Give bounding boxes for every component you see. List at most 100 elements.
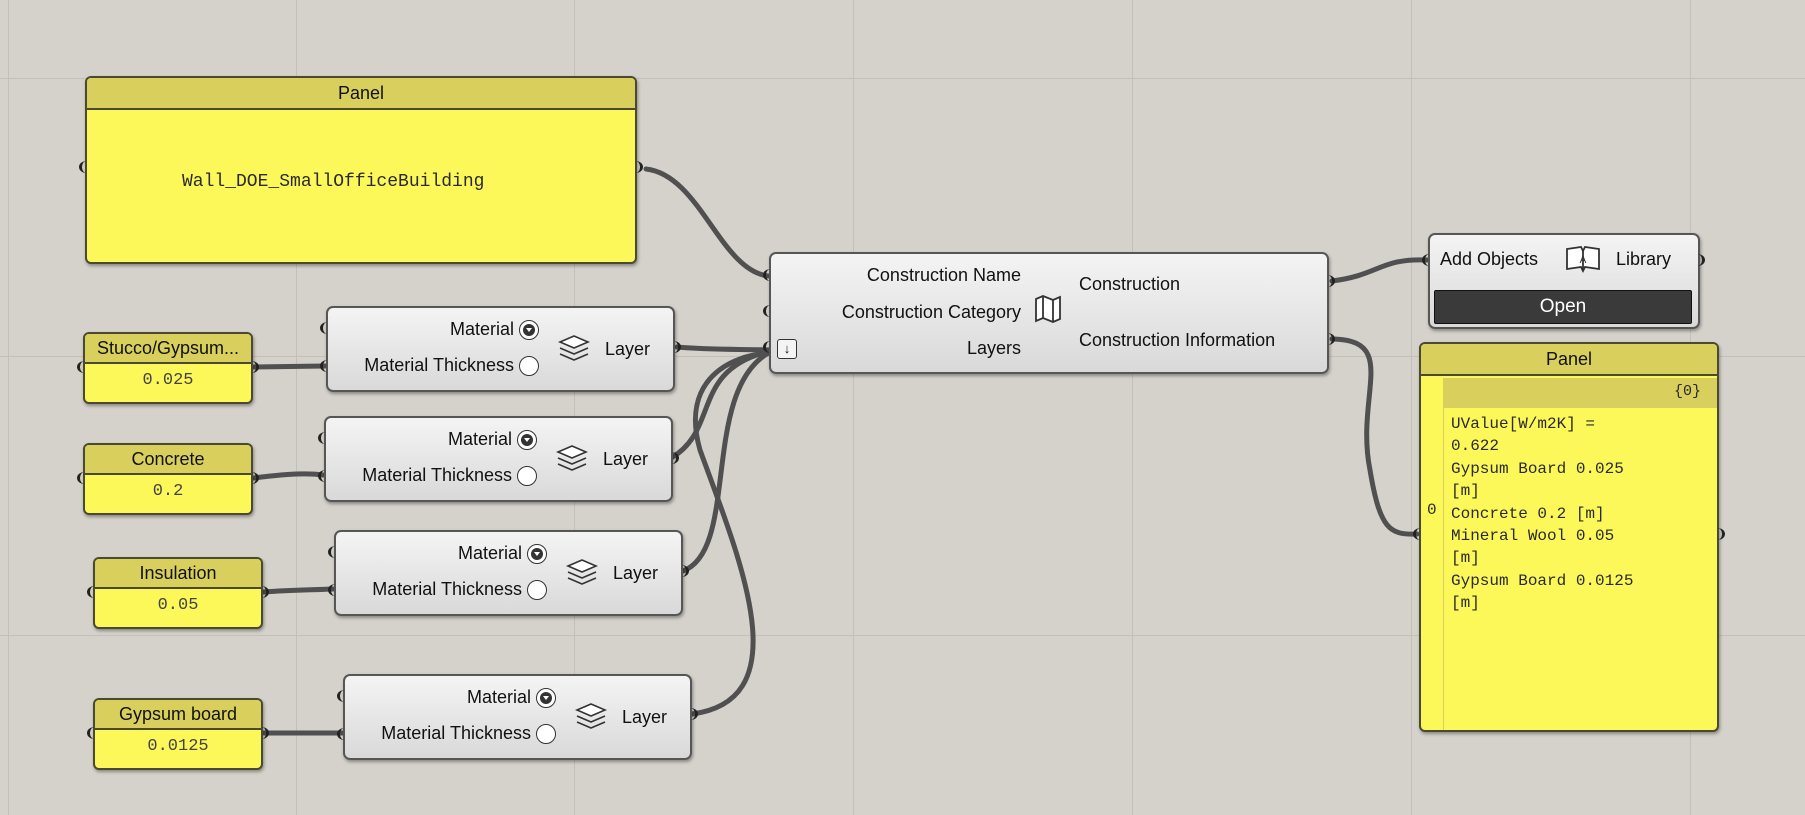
construction-name-panel[interactable]: Panel Wall_DOE_SmallOfficeBuilding (85, 76, 637, 264)
param-output-port[interactable] (254, 727, 269, 739)
radio-filled-icon (527, 544, 547, 565)
library-label: Library (1616, 249, 1672, 269)
material-input-label: Material (458, 543, 547, 565)
material-thickness-port[interactable] (328, 584, 343, 596)
radio-empty-icon (519, 356, 539, 377)
svg-text:A: A (1580, 255, 1587, 266)
output-construction: Construction (1079, 274, 1181, 294)
add-objects-label: Add Objects (1440, 249, 1539, 269)
param-input-port[interactable] (77, 472, 92, 484)
layer-output-label: Layer (603, 449, 649, 469)
layer-output-port[interactable] (664, 452, 679, 464)
library-output-port[interactable] (1690, 254, 1705, 266)
construction-info-panel[interactable]: Panel {0} 0 UValue[W/m2K] = 0.622 Gypsum… (1419, 342, 1719, 732)
radio-empty-icon (517, 466, 537, 487)
output-construction-information: Construction Information (1079, 330, 1276, 350)
wire-name-to-construction (643, 166, 771, 279)
material-thickness-value[interactable]: 0.2 (85, 475, 251, 509)
material-port[interactable] (337, 690, 352, 702)
material-gypsum-param[interactable]: Gypsum board 0.0125 (93, 698, 263, 770)
open-button[interactable]: Open (1434, 290, 1692, 324)
material-concrete-param[interactable]: Concrete 0.2 (83, 443, 253, 515)
material-thickness-input-label: Material Thickness (372, 579, 547, 601)
info-line: [m] (1451, 549, 1480, 568)
input-construction-category: Construction Category (841, 302, 1021, 322)
param-input-port[interactable] (77, 361, 92, 373)
layer-component-2[interactable]: Material Material Thickness Layer (324, 416, 673, 502)
material-port[interactable] (328, 546, 343, 558)
panel-index-divider (1443, 408, 1444, 730)
material-insulation-param[interactable]: Insulation 0.05 (93, 557, 263, 629)
construction-output-port[interactable] (1320, 275, 1335, 287)
construction-info-output-port[interactable] (1320, 333, 1335, 345)
panel-header: Panel (1421, 344, 1717, 376)
radio-empty-icon (527, 580, 547, 601)
construction-name-port[interactable] (763, 269, 778, 281)
wire-construction-to-library (1329, 257, 1430, 284)
material-thickness-input-label: Material Thickness (364, 355, 539, 377)
info-line: Mineral Wool 0.05 (1451, 527, 1615, 546)
material-name: Stucco/Gypsum... (85, 334, 251, 364)
radio-filled-icon (536, 688, 556, 709)
panel-lines: UValue[W/m2K] = 0.622 Gypsum Board 0.025… (1451, 413, 1633, 615)
grasshopper-canvas[interactable]: Panel Wall_DOE_SmallOfficeBuilding Const… (0, 0, 1805, 815)
wire-info-to-panel (1329, 336, 1420, 537)
input-construction-name: Construction Name (866, 265, 1021, 285)
panel-value[interactable]: Wall_DOE_SmallOfficeBuilding (182, 172, 484, 192)
layer-output-label: Layer (622, 707, 668, 727)
construction-category-port[interactable] (763, 305, 778, 317)
panel-input-port[interactable] (79, 161, 94, 173)
info-line: Concrete 0.2 [m] (1451, 504, 1605, 523)
material-thickness-value[interactable]: 0.0125 (95, 730, 261, 764)
material-stucco-param[interactable]: Stucco/Gypsum... 0.025 (83, 332, 253, 404)
material-thickness-port[interactable] (318, 470, 333, 482)
layers-port[interactable] (763, 341, 778, 353)
info-line: Gypsum Board 0.025 (1451, 459, 1624, 478)
material-input-label: Material (450, 319, 539, 341)
wire-stucco-value (251, 363, 328, 370)
add-objects-to-library-component[interactable]: Add Objects A Library Open (1428, 233, 1700, 329)
radio-empty-icon (536, 724, 556, 745)
param-input-port[interactable] (87, 586, 102, 598)
info-line: [m] (1451, 594, 1480, 613)
param-output-port[interactable] (244, 361, 259, 373)
layer-output-port[interactable] (683, 708, 698, 720)
wire-layer1 (674, 344, 773, 353)
create-construction-component[interactable]: Construction Name Construction Category … (769, 252, 1329, 374)
material-input-label: Material (467, 687, 556, 709)
layer-output-port[interactable] (674, 565, 689, 577)
layer-output-label: Layer (613, 563, 659, 583)
material-thickness-port[interactable] (337, 728, 352, 740)
param-output-port[interactable] (244, 472, 259, 484)
material-input-label: Material (448, 429, 537, 451)
info-line: [m] (1451, 482, 1480, 501)
param-input-port[interactable] (87, 727, 102, 739)
add-objects-port[interactable] (1422, 254, 1437, 266)
info-panel-output-port[interactable] (1710, 528, 1725, 540)
layer-component-4[interactable]: Material Material Thickness Layer (343, 674, 692, 760)
info-line: UValue[W/m2K] = (1451, 415, 1596, 433)
info-line: Gypsum Board 0.0125 (1451, 571, 1634, 590)
wire-insulation-value (261, 586, 336, 595)
material-port[interactable] (318, 432, 333, 444)
material-name: Insulation (95, 559, 261, 589)
layer-output-port[interactable] (666, 341, 681, 353)
layer-component-3[interactable]: Material Material Thickness Layer (334, 530, 683, 616)
layers-icon (557, 335, 591, 361)
material-thickness-input-label: Material Thickness (381, 723, 556, 745)
info-panel-input-port[interactable] (1413, 528, 1428, 540)
panel-output-port[interactable] (628, 161, 643, 173)
material-port[interactable] (320, 322, 335, 334)
arrow-down-icon[interactable]: ↓ (777, 339, 797, 359)
info-line: 0.622 (1451, 437, 1500, 456)
layers-icon (574, 703, 608, 729)
param-output-port[interactable] (254, 586, 269, 598)
input-layers: Layers (966, 338, 1021, 358)
wire-layer3 (680, 349, 773, 574)
material-name: Concrete (85, 445, 251, 475)
material-thickness-value[interactable]: 0.025 (85, 364, 251, 398)
layer-component-1[interactable]: Material Material Thickness Layer (326, 306, 675, 392)
material-thickness-port[interactable] (320, 360, 335, 372)
radio-filled-icon (517, 430, 537, 451)
material-thickness-value[interactable]: 0.05 (95, 589, 261, 623)
